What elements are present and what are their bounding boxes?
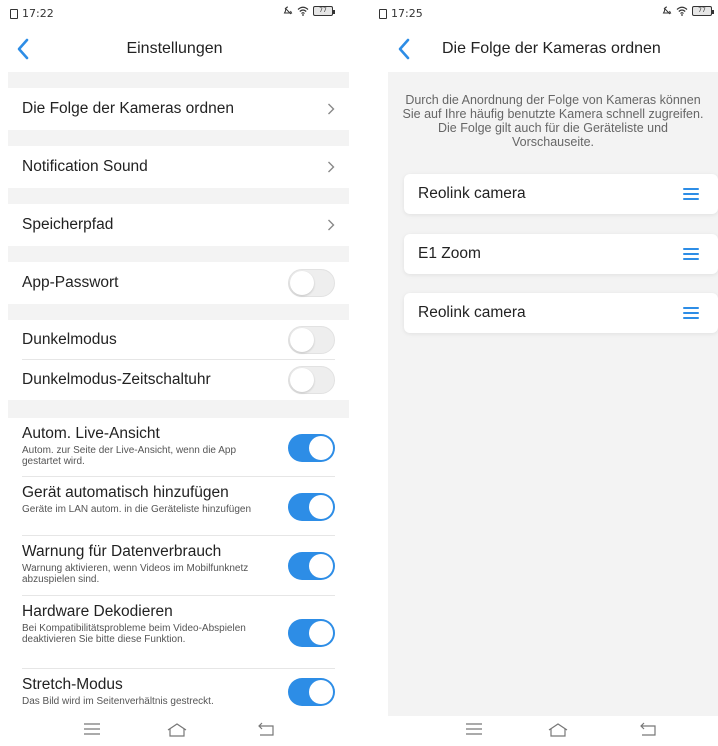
section-divider (8, 400, 349, 418)
drag-handle-icon[interactable] (683, 307, 699, 319)
back-icon[interactable] (639, 722, 657, 736)
section-divider (8, 246, 349, 262)
setting-description: Geräte im LAN autom. in die Geräteliste … (22, 504, 252, 515)
wifi-icon (297, 6, 309, 16)
setting-app-password: App-Passwort (8, 262, 349, 304)
camera-card[interactable]: Reolink camera (404, 174, 718, 214)
status-time: 17:25 (391, 7, 423, 20)
setting-stretch: Stretch-Modus Das Bild wird im Seitenver… (8, 669, 349, 715)
setting-label: Speicherpfad (22, 216, 114, 233)
toggle-knob (309, 554, 333, 578)
page-title: Die Folge der Kameras ordnen (442, 40, 661, 57)
setting-description: Das Bild wird im Seitenverhältnis gestre… (22, 696, 214, 707)
mute-icon (283, 6, 293, 15)
setting-description: Bei Kompatibilitätsprobleme beim Video-A… (22, 623, 246, 645)
camera-order-screen: 17:25 77 Die Folge der Kameras ordnen Du… (369, 0, 718, 746)
sim-icon (10, 8, 18, 19)
section-divider (8, 304, 349, 320)
stretch-toggle[interactable] (288, 678, 335, 706)
battery-icon: 77 (692, 6, 714, 16)
setting-title: Autom. Live-Ansicht (22, 425, 160, 442)
home-icon[interactable] (547, 722, 569, 738)
toggle-knob (290, 271, 314, 295)
settings-list: Die Folge der Kameras ordnen Notificatio… (8, 72, 349, 715)
setting-description: Warnung aktivieren, wenn Videos im Mobil… (22, 563, 249, 585)
toggle-knob (309, 620, 333, 645)
setting-title: Warnung für Datenverbrauch (22, 543, 222, 560)
auto-add-toggle[interactable] (288, 492, 335, 521)
setting-auto-add: Gerät automatisch hinzufügen Geräte im L… (8, 477, 349, 536)
menu-icon[interactable] (83, 722, 101, 736)
system-nav-bar (0, 716, 349, 746)
sim-icon (379, 8, 387, 19)
section-divider (8, 72, 349, 88)
dark-mode-toggle[interactable] (288, 326, 335, 354)
menu-icon[interactable] (465, 722, 483, 736)
settings-screen: 17:22 77 Einstellungen Die Folge der Kam… (0, 0, 349, 746)
setting-label: Dunkelmodus (22, 331, 117, 348)
camera-order-content: Durch die Anordnung der Folge von Kamera… (388, 72, 718, 716)
system-nav-bar (369, 716, 718, 746)
setting-title: Gerät automatisch hinzufügen (22, 484, 229, 501)
toggle-knob (309, 494, 333, 519)
setting-order-cameras[interactable]: Die Folge der Kameras ordnen (8, 88, 349, 130)
setting-storage-path[interactable]: Speicherpfad (8, 204, 349, 246)
setting-label: App-Passwort (22, 274, 119, 291)
app-password-toggle[interactable] (288, 269, 335, 297)
home-icon[interactable] (166, 722, 188, 738)
camera-name: Reolink camera (418, 185, 526, 202)
chevron-right-icon (328, 161, 335, 173)
status-bar: 17:22 77 (0, 0, 349, 28)
order-description: Durch die Anordnung der Folge von Kamera… (402, 93, 704, 149)
setting-label: Dunkelmodus-Zeitschaltuhr (22, 371, 211, 388)
toggle-knob (309, 680, 333, 704)
setting-notification-sound[interactable]: Notification Sound (8, 146, 349, 188)
section-divider (8, 130, 349, 146)
drag-handle-icon[interactable] (683, 248, 699, 260)
setting-title: Stretch-Modus (22, 676, 123, 693)
section-divider (8, 188, 349, 204)
back-icon[interactable] (257, 722, 275, 736)
camera-card[interactable]: Reolink camera (404, 293, 718, 333)
setting-title: Hardware Dekodieren (22, 603, 173, 620)
nav-bar: Einstellungen (0, 28, 349, 72)
dark-mode-timer-toggle[interactable] (288, 366, 335, 394)
battery-icon: 77 (313, 6, 335, 16)
mute-icon (662, 6, 672, 15)
status-time: 17:22 (22, 7, 54, 20)
wifi-icon (676, 6, 688, 16)
toggle-knob (290, 368, 314, 392)
hw-decoding-toggle[interactable] (288, 618, 335, 647)
setting-description: Autom. zur Seite der Live-Ansicht, wenn … (22, 445, 237, 467)
camera-name: Reolink camera (418, 304, 526, 321)
toggle-knob (290, 328, 314, 352)
camera-card[interactable]: E1 Zoom (404, 234, 718, 274)
auto-live-toggle[interactable] (288, 433, 335, 462)
drag-handle-icon[interactable] (683, 188, 699, 200)
chevron-right-icon (328, 103, 335, 115)
page-title: Einstellungen (126, 40, 223, 57)
chevron-right-icon (328, 219, 335, 231)
nav-bar: Die Folge der Kameras ordnen (369, 28, 718, 72)
camera-name: E1 Zoom (418, 245, 481, 262)
setting-label: Notification Sound (22, 158, 148, 175)
setting-label: Die Folge der Kameras ordnen (22, 100, 234, 117)
data-warning-toggle[interactable] (288, 552, 335, 580)
setting-auto-live: Autom. Live-Ansicht Autom. zur Seite der… (8, 418, 349, 477)
setting-hw-decoding: Hardware Dekodieren Bei Kompatibilitätsp… (8, 596, 349, 669)
setting-dark-mode-timer: Dunkelmodus-Zeitschaltuhr (8, 360, 349, 400)
setting-dark-mode: Dunkelmodus (8, 320, 349, 360)
status-bar: 17:25 77 (369, 0, 718, 28)
toggle-knob (309, 435, 333, 460)
setting-data-warning: Warnung für Datenverbrauch Warnung aktiv… (8, 536, 349, 596)
